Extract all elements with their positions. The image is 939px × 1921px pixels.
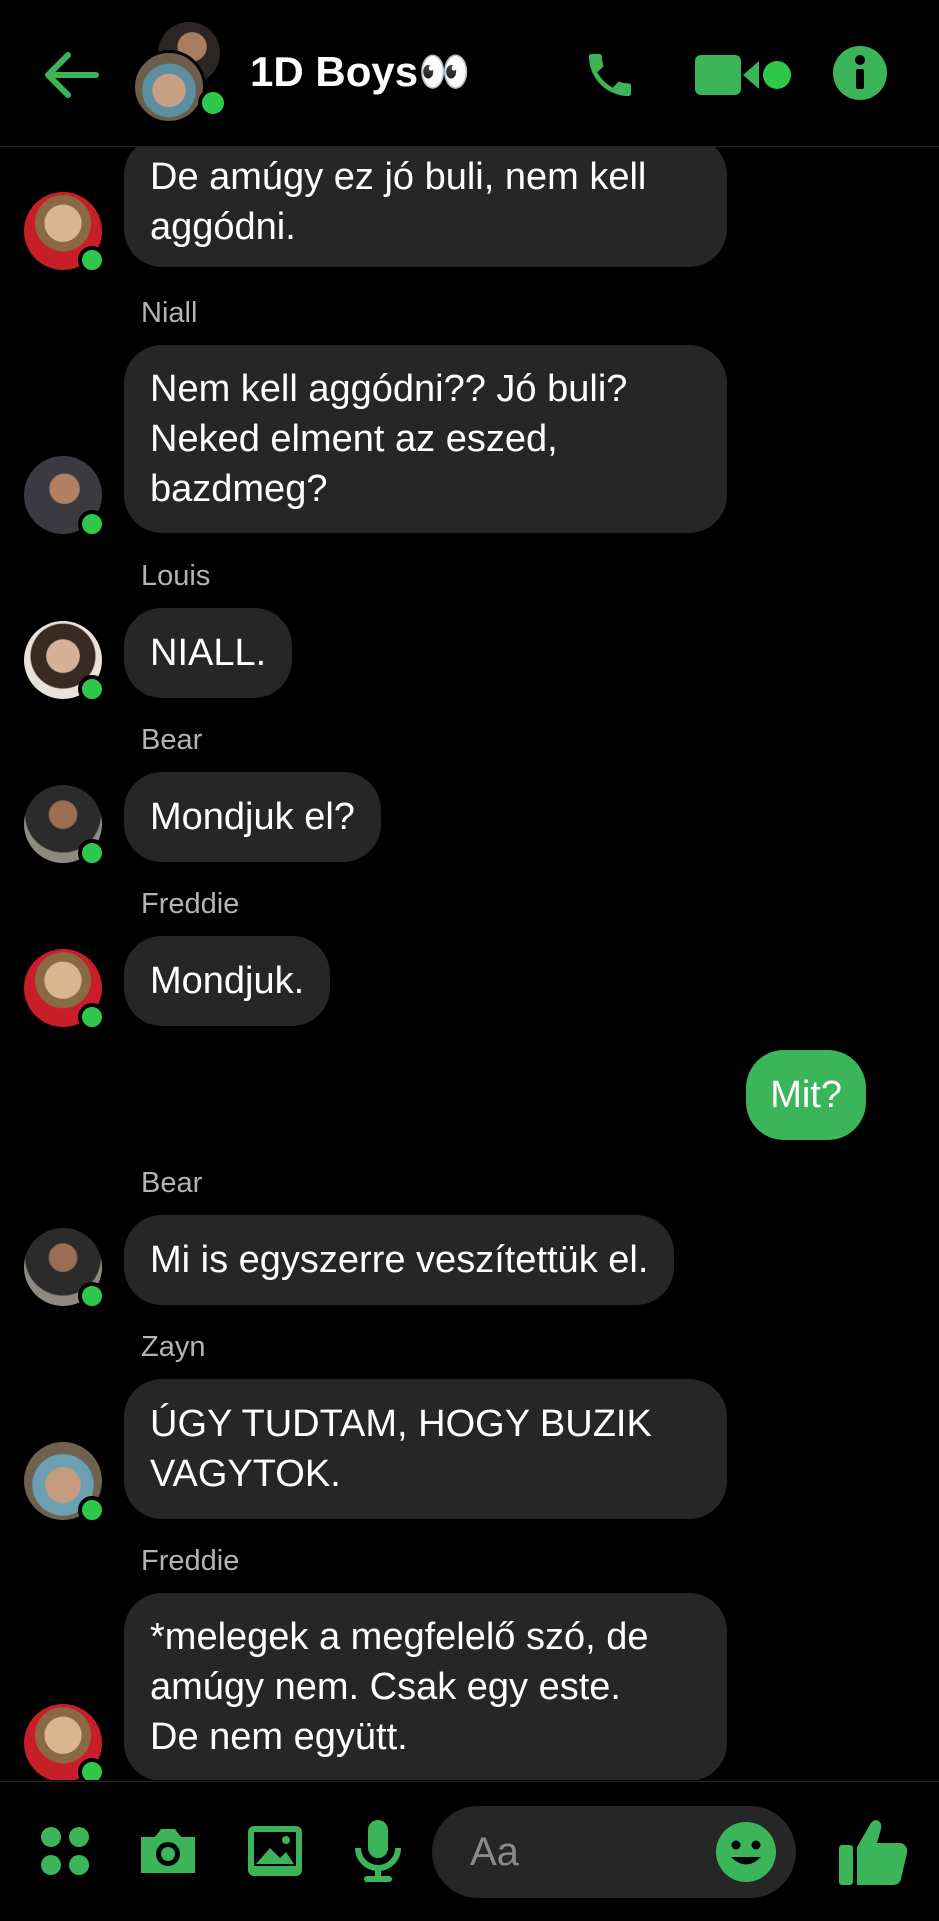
apps-grid-icon [41, 1827, 89, 1875]
message-text-line: Nem kell aggódni?? Jó buli? [150, 368, 628, 410]
message-text-line: amúgy nem. Csak egy este. [150, 1666, 621, 1708]
online-status-dot [78, 839, 106, 867]
sender-avatar[interactable] [24, 1704, 106, 1780]
voice-message-button[interactable] [350, 1816, 406, 1886]
voice-call-button[interactable] [570, 40, 650, 110]
message-text-line: Mi is egyszerre veszítettük el. [150, 1239, 649, 1281]
online-status-dot [78, 1282, 106, 1310]
composer-bar [0, 1781, 939, 1921]
back-button[interactable] [30, 40, 110, 110]
message-text-line: bazdmeg? [150, 468, 328, 510]
online-status-dot [78, 675, 106, 703]
chat-header: 1D Boys👀 [0, 0, 939, 147]
chat-title[interactable]: 1D Boys👀 [250, 48, 470, 97]
video-call-button[interactable] [690, 40, 800, 110]
gallery-button[interactable] [244, 1820, 306, 1882]
message-list[interactable]: De amúgy ez jó buli, nem kell aggódni. N… [0, 147, 939, 1780]
sender-avatar[interactable] [24, 1228, 106, 1310]
member-avatar [132, 50, 206, 124]
message-bubble[interactable]: Nem kell aggódni?? Jó buli? Neked elment… [124, 345, 727, 533]
sender-avatar[interactable] [24, 192, 106, 274]
message-bubble[interactable]: Mondjuk el? [124, 772, 381, 862]
conversation-info-button[interactable] [825, 38, 895, 108]
message-input[interactable] [470, 1806, 710, 1898]
video-camera-icon [695, 55, 791, 95]
message-bubble[interactable]: Mi is egyszerre veszítettük el. [124, 1215, 675, 1305]
sender-name: Louis [141, 560, 211, 592]
back-arrow-icon [45, 52, 99, 98]
message-input-container[interactable] [432, 1806, 796, 1898]
message-text-line: *melegek a megfelelő szó, de [150, 1616, 649, 1658]
sender-name: Bear [141, 1167, 203, 1199]
sender-name: Bear [141, 724, 203, 756]
online-status-dot [198, 88, 228, 118]
online-status-dot [78, 1003, 106, 1031]
online-status-dot [78, 510, 106, 538]
sender-name: Zayn [141, 1331, 206, 1363]
message-text-line: aggódni. [150, 206, 296, 248]
message-text-line: VAGYTOK. [150, 1453, 341, 1495]
message-text-line: Mondjuk el? [150, 796, 355, 838]
message-text-line: Mondjuk. [150, 960, 305, 1002]
phone-icon [589, 54, 631, 96]
sender-name: Niall [141, 297, 198, 329]
thumbs-up-icon [839, 1820, 908, 1885]
group-avatar[interactable] [128, 22, 238, 124]
camera-button[interactable] [137, 1822, 199, 1880]
emoji-icon [716, 1822, 776, 1882]
sender-avatar[interactable] [24, 785, 106, 867]
info-icon [833, 46, 887, 100]
sender-name: Freddie [141, 1545, 240, 1577]
sender-avatar[interactable] [24, 1442, 106, 1524]
online-status-dot [78, 1758, 106, 1780]
sender-name: Freddie [141, 888, 240, 920]
gallery-icon [248, 1826, 302, 1876]
emoji-button[interactable] [714, 1820, 778, 1884]
apps-button[interactable] [36, 1822, 94, 1880]
message-bubble[interactable]: NIALL. [124, 608, 293, 698]
sender-avatar[interactable] [24, 949, 106, 1031]
message-text-line: De nem együtt. [150, 1716, 408, 1758]
sender-avatar[interactable] [24, 621, 106, 703]
message-text-line: Mit? [770, 1074, 842, 1116]
online-status-dot [78, 1496, 106, 1524]
message-bubble[interactable]: Mondjuk. [124, 936, 331, 1026]
message-text-line: ÚGY TUDTAM, HOGY BUZIK [150, 1403, 652, 1445]
sender-avatar[interactable] [24, 456, 106, 538]
microphone-icon [355, 1820, 401, 1882]
camera-icon [141, 1829, 195, 1873]
like-button[interactable] [836, 1814, 910, 1888]
my-message-bubble[interactable]: Mit? [746, 1050, 866, 1140]
message-text-line: NIALL. [150, 632, 267, 674]
online-status-dot [78, 246, 106, 274]
message-text-line: Neked elment az eszed, [150, 418, 558, 460]
message-text-line: De amúgy ez jó buli, nem kell [150, 156, 647, 198]
message-bubble[interactable]: ÚGY TUDTAM, HOGY BUZIK VAGYTOK. [124, 1379, 727, 1519]
message-bubble[interactable]: De amúgy ez jó buli, nem kell aggódni. [124, 147, 727, 267]
message-bubble[interactable]: *melegek a megfelelő szó, de amúgy nem. … [124, 1593, 727, 1780]
